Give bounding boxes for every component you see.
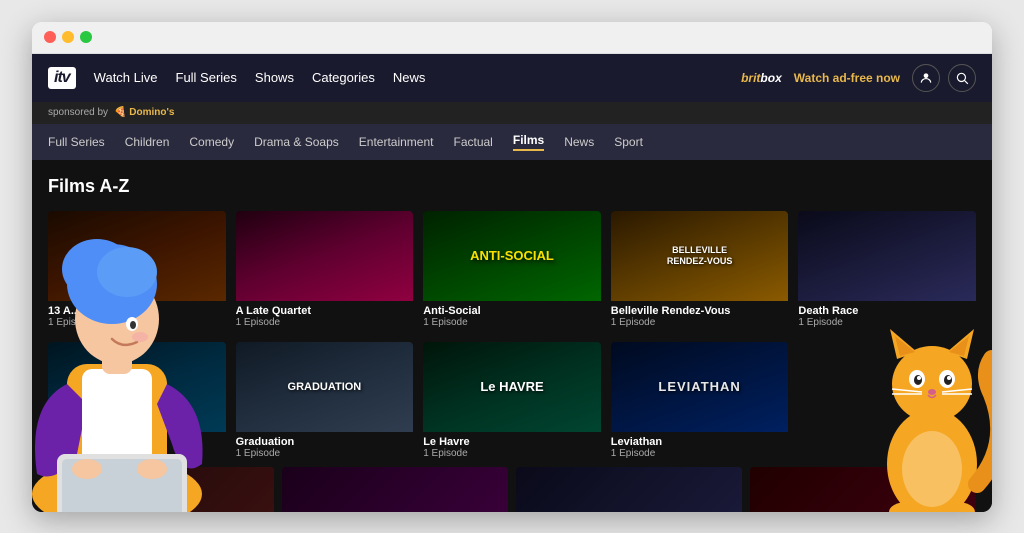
film-episodes-leviathan: 1 Episode bbox=[611, 448, 789, 459]
film-thumbnail-belleville: BELLEVILLERENDEZ-VOUS bbox=[611, 211, 789, 301]
tab-children[interactable]: Children bbox=[125, 135, 170, 149]
britbox-logo: britbox bbox=[741, 71, 782, 85]
nav-link-fullseries[interactable]: Full Series bbox=[176, 70, 237, 85]
character-cat bbox=[862, 264, 992, 512]
film-title-graduation: Graduation bbox=[236, 436, 414, 448]
browser-titlebar bbox=[32, 22, 992, 54]
nav-link-shows[interactable]: Shows bbox=[255, 70, 294, 85]
film-episodes-graduation: 1 Episode bbox=[236, 448, 414, 459]
tab-full-series[interactable]: Full Series bbox=[48, 135, 105, 149]
film-card-lehavre[interactable]: Le HAVRE Le Havre 1 Episode bbox=[423, 342, 601, 463]
tab-news[interactable]: News bbox=[564, 135, 594, 149]
film-overlay-antisocial: ANTI-SOCIAL bbox=[470, 248, 554, 263]
strip-thumb-broadchurch[interactable]: BROADCHURCH bbox=[516, 467, 742, 512]
film-card-leviathan[interactable]: LEVIATHAN Leviathan 1 Episode bbox=[611, 342, 789, 463]
nav-left: itv Watch Live Full Series Shows Categor… bbox=[48, 67, 425, 89]
maximize-button[interactable] bbox=[80, 31, 92, 43]
film-card-graduation[interactable]: GRADUATION Graduation 1 Episode bbox=[236, 342, 414, 463]
tab-comedy[interactable]: Comedy bbox=[189, 135, 234, 149]
film-overlay-graduation: GRADUATION bbox=[288, 381, 362, 393]
tab-films[interactable]: Films bbox=[513, 133, 544, 151]
film-overlay-belleville: BELLEVILLERENDEZ-VOUS bbox=[667, 245, 733, 267]
film-thumbnail-lehavre: Le HAVRE bbox=[423, 342, 601, 432]
sponsor-bar: sponsored by 🍕 Domino's bbox=[32, 102, 992, 124]
film-info-quartet: A Late Quartet 1 Episode bbox=[236, 301, 414, 332]
itv-website: itv Watch Live Full Series Shows Categor… bbox=[32, 54, 992, 512]
itv-logo: itv bbox=[48, 67, 76, 89]
dominos-logo: 🍕 Domino's bbox=[114, 107, 174, 118]
watch-adfree-label: Watch ad-free now bbox=[794, 71, 900, 85]
film-info-belleville: Belleville Rendez-Vous 1 Episode bbox=[611, 301, 789, 332]
account-icon[interactable] bbox=[912, 64, 940, 92]
nav-icons bbox=[912, 64, 976, 92]
sponsor-label: sponsored by bbox=[48, 107, 108, 118]
film-episodes-lehavre: 1 Episode bbox=[423, 448, 601, 459]
film-info-leviathan: Leviathan 1 Episode bbox=[611, 432, 789, 463]
tab-entertainment[interactable]: Entertainment bbox=[359, 135, 434, 149]
tab-sport[interactable]: Sport bbox=[614, 135, 643, 149]
top-navigation: itv Watch Live Full Series Shows Categor… bbox=[32, 54, 992, 102]
film-title-belleville: Belleville Rendez-Vous bbox=[611, 305, 789, 317]
film-card-quartet[interactable]: A Late Quartet 1 Episode bbox=[236, 211, 414, 332]
film-title-leviathan: Leviathan bbox=[611, 436, 789, 448]
film-thumbnail-quartet bbox=[236, 211, 414, 301]
film-episodes-antisocial: 1 Episode bbox=[423, 317, 601, 328]
film-card-belleville[interactable]: BELLEVILLERENDEZ-VOUS Belleville Rendez-… bbox=[611, 211, 789, 332]
film-title-lehavre: Le Havre bbox=[423, 436, 601, 448]
film-info-antisocial: Anti-Social 1 Episode bbox=[423, 301, 601, 332]
film-overlay-leviathan: LEVIATHAN bbox=[658, 379, 740, 394]
film-info-graduation: Graduation 1 Episode bbox=[236, 432, 414, 463]
film-thumbnail-leviathan: LEVIATHAN bbox=[611, 342, 789, 432]
secondary-navigation: Full Series Children Comedy Drama & Soap… bbox=[32, 124, 992, 160]
character-person bbox=[32, 164, 227, 512]
browser-window: itv Watch Live Full Series Shows Categor… bbox=[32, 22, 992, 512]
film-info-lehavre: Le Havre 1 Episode bbox=[423, 432, 601, 463]
nav-link-news[interactable]: News bbox=[393, 70, 426, 85]
nav-link-watchlive[interactable]: Watch Live bbox=[94, 70, 158, 85]
minimize-button[interactable] bbox=[62, 31, 74, 43]
nav-right: britbox Watch ad-free now bbox=[741, 64, 976, 92]
film-title-antisocial: Anti-Social bbox=[423, 305, 601, 317]
film-thumbnail-graduation: GRADUATION bbox=[236, 342, 414, 432]
nav-link-categories[interactable]: Categories bbox=[312, 70, 375, 85]
tab-factual[interactable]: Factual bbox=[454, 135, 493, 149]
close-button[interactable] bbox=[44, 31, 56, 43]
film-title-quartet: A Late Quartet bbox=[236, 305, 414, 317]
film-thumbnail-antisocial: ANTI-SOCIAL bbox=[423, 211, 601, 301]
film-overlay-lehavre: Le HAVRE bbox=[480, 379, 543, 394]
tab-drama-soaps[interactable]: Drama & Soaps bbox=[254, 135, 339, 149]
film-card-antisocial[interactable]: ANTI-SOCIAL Anti-Social 1 Episode bbox=[423, 211, 601, 332]
film-episodes-quartet: 1 Episode bbox=[236, 317, 414, 328]
strip-thumb-feelthenoice[interactable]: FEEL THE NOISE bbox=[282, 467, 508, 512]
film-episodes-belleville: 1 Episode bbox=[611, 317, 789, 328]
search-icon[interactable] bbox=[948, 64, 976, 92]
